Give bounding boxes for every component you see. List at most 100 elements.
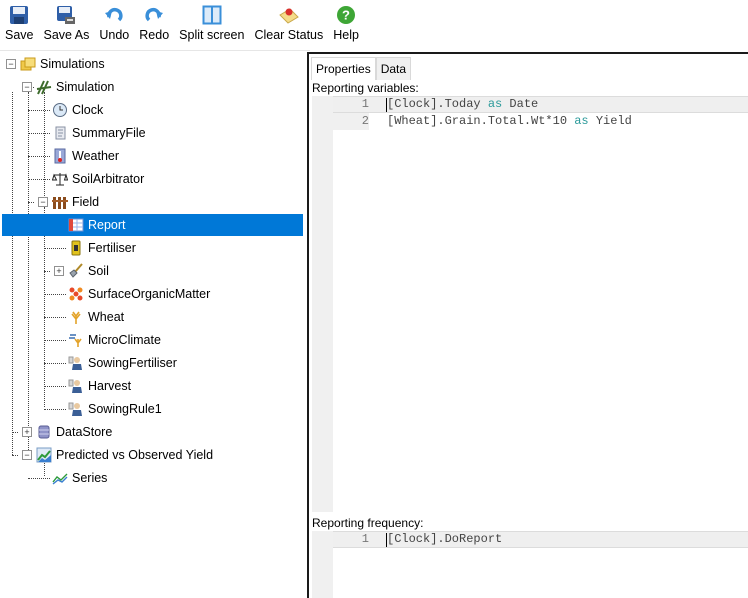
clock-icon [52,102,68,118]
editor-margin [312,531,333,598]
split-screen-label: Split screen [179,28,245,42]
line-number: 2 [333,113,369,130]
tab-data[interactable]: Data [375,57,412,80]
redo-icon [143,4,165,26]
tree-node-label: Simulations [40,57,105,71]
tree-connector [44,92,45,202]
tab-strip: Properties Data [311,57,412,80]
reporting-frequency-editor[interactable]: 1 [Clock].DoReport [312,531,748,598]
tree-node-weather[interactable]: Weather [52,145,119,167]
tree-node-label: Weather [72,149,120,163]
line-number: 1 [361,97,369,111]
toolbar: Save Save As Undo Redo Split screen Clea… [0,0,748,50]
toolbar-divider [0,50,310,51]
expand-toggle[interactable]: + [22,427,32,437]
clear-status-icon [278,4,300,26]
collapse-toggle[interactable]: − [22,450,32,460]
tree-node-label: Series [72,471,108,485]
tree-node-report[interactable]: Report [2,214,303,236]
tree-node-label: MicroClimate [88,333,161,347]
tree-node-label: Field [72,195,100,209]
tree-connector [28,179,50,180]
tree-node-fertiliser[interactable]: Fertiliser [68,237,136,259]
collapse-toggle[interactable]: − [22,82,32,92]
tree-node-label: Simulation [56,80,115,94]
report-properties-pane: Properties Data Reporting variables: 1 [… [309,54,748,598]
editor-line[interactable]: 2 [Wheat].Grain.Total.Wt*10 as Yield [333,113,748,130]
field-fence-icon [52,194,68,210]
clear-status-button[interactable]: Clear Status [249,0,328,46]
save-as-button[interactable]: Save As [39,0,95,46]
scales-icon [52,171,68,187]
expand-toggle[interactable]: + [54,266,64,276]
simulation-tree[interactable]: − − − + + − Simulations Simulation Clock… [0,52,305,598]
code-text: [Clock].DoReport [387,532,503,546]
manager-icon [68,355,84,371]
tree-node-label: Report [88,218,126,232]
split-screen-button[interactable]: Split screen [174,0,249,46]
save-icon [8,4,30,26]
wheat-icon [68,309,84,325]
tree-node-label: Wheat [88,310,125,324]
summary-file-icon [52,125,68,141]
tree-node-label: Soil [88,264,109,278]
tree-node-summaryfile[interactable]: SummaryFile [52,122,146,144]
help-icon: ? [335,4,357,26]
save-label: Save [5,28,34,42]
tree-connector [44,317,66,318]
tree-connector [44,409,66,410]
tree-node-label: Predicted vs Observed Yield [56,448,214,462]
tree-node-harvest[interactable]: Harvest [68,375,131,397]
reporting-variables-editor[interactable]: 1 [Clock].Today as Date 2 [Wheat].Grain.… [312,96,748,512]
database-icon [36,424,52,440]
fertiliser-icon [68,240,84,256]
tree-connector [44,340,66,341]
save-as-icon [55,4,77,26]
code-text: [Clock].Today as Date [387,97,539,111]
tree-node-simulations[interactable]: Simulations [20,53,105,75]
tree-node-surfaceorganicmatter[interactable]: SurfaceOrganicMatter [68,283,210,305]
save-button[interactable]: Save [0,0,39,46]
tree-node-clock[interactable]: Clock [52,99,103,121]
simulation-icon [36,79,52,95]
tree-connector [44,248,66,249]
collapse-toggle[interactable]: − [6,59,16,69]
tree-node-soilarbitrator[interactable]: SoilArbitrator [52,168,144,190]
tree-connector [12,92,13,455]
tree-node-label: SurfaceOrganicMatter [88,287,211,301]
tree-node-predicted-vs-observed-yield[interactable]: Predicted vs Observed Yield [36,444,213,466]
undo-label: Undo [99,28,130,42]
redo-label: Redo [139,28,170,42]
line-number: 1 [361,532,369,546]
code-text: [Wheat].Grain.Total.Wt*10 as Yield [387,114,632,128]
collapse-toggle[interactable]: − [38,197,48,207]
tree-node-wheat[interactable]: Wheat [68,306,124,328]
tree-node-field[interactable]: Field [52,191,99,213]
tree-connector [28,133,50,134]
tree-node-soil[interactable]: Soil [68,260,109,282]
tree-connector [44,271,50,272]
reporting-variables-label: Reporting variables: [312,81,419,95]
save-as-label: Save As [43,28,90,42]
tree-node-sowingrule1[interactable]: SowingRule1 [68,398,162,420]
manager-icon [68,401,84,417]
editor-line[interactable]: 1 [Clock].DoReport [333,531,748,548]
editor-line[interactable]: 1 [Clock].Today as Date [333,96,748,113]
help-button[interactable]: ? Help [328,0,364,46]
tree-node-label: SummaryFile [72,126,146,140]
tree-node-sowingfertiliser[interactable]: SowingFertiliser [68,352,177,374]
redo-button[interactable]: Redo [134,0,174,46]
undo-button[interactable]: Undo [94,0,134,46]
tree-node-microclimate[interactable]: MicroClimate [68,329,161,351]
tree-node-datastore[interactable]: DataStore [36,421,112,443]
series-icon [52,470,68,486]
split-screen-icon [201,4,223,26]
tab-properties[interactable]: Properties [311,57,376,80]
tree-connector [44,386,66,387]
tree-connector [28,92,29,454]
tree-node-simulation[interactable]: Simulation [36,76,114,98]
clear-status-label: Clear Status [254,28,324,42]
tree-node-series[interactable]: Series [52,467,107,489]
tree-node-label: Harvest [88,379,132,393]
tree-connector [44,207,45,407]
